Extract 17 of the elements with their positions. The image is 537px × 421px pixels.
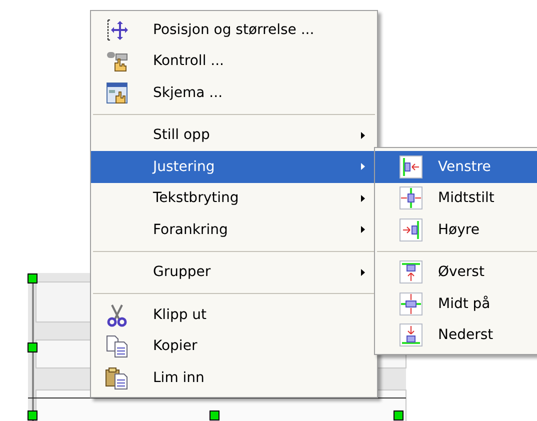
menu-item[interactable]: Grupper bbox=[91, 256, 377, 288]
menu-item[interactable]: Øverst bbox=[375, 256, 537, 288]
menu-item[interactable]: Posisjon og størrelse ... bbox=[91, 14, 377, 46]
menu-item[interactable]: Midt på bbox=[375, 288, 537, 320]
menu-item[interactable]: Still opp bbox=[91, 120, 377, 151]
menu-item[interactable]: Høyre bbox=[375, 214, 537, 246]
menu-item[interactable]: Justering bbox=[91, 151, 377, 182]
menu-item[interactable]: Kopier bbox=[91, 330, 377, 362]
menu-item[interactable]: Nederst bbox=[375, 320, 537, 351]
menu-item[interactable]: Klipp ut bbox=[91, 299, 377, 330]
menu-item[interactable]: Kontroll ... bbox=[91, 46, 377, 77]
menu-item[interactable]: Midtstilt bbox=[375, 182, 537, 214]
menu-item[interactable]: Lim inn bbox=[91, 362, 377, 394]
menu-item[interactable]: Tekstbryting bbox=[91, 182, 377, 214]
menu-item[interactable]: Skjema ... bbox=[91, 77, 377, 108]
menu-item[interactable]: Venstre bbox=[375, 151, 537, 182]
menu-item[interactable]: Forankring bbox=[91, 214, 377, 246]
